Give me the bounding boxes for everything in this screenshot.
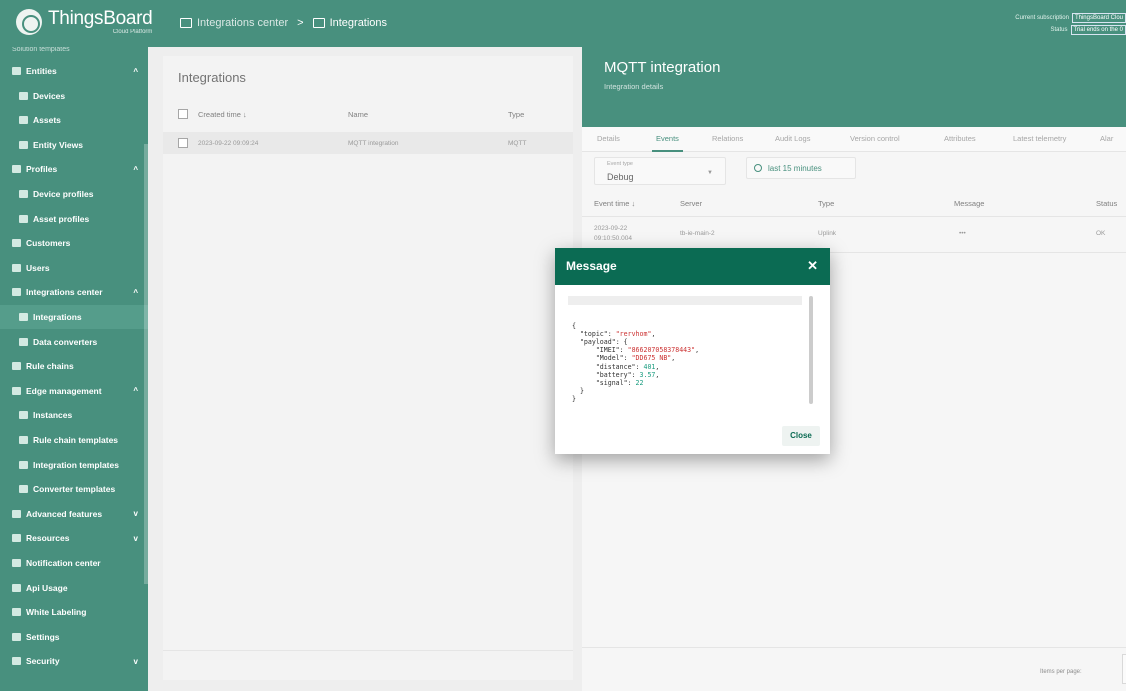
json-key: "distance" (595, 362, 636, 371)
json-brace: } (572, 395, 576, 404)
json-number: 3.57 (639, 370, 656, 379)
close-icon[interactable]: ✕ (807, 258, 818, 274)
message-json-viewer[interactable]: { "topic": "rervhom", "payload": { "IMEI… (568, 295, 813, 407)
code-scrollbar[interactable] (809, 296, 813, 404)
json-string: "rervhom" (615, 329, 652, 338)
current-line-highlight (568, 296, 802, 305)
json-number: 401 (643, 362, 656, 371)
json-number: 22 (635, 379, 644, 388)
close-button[interactable]: Close (782, 426, 820, 446)
json-key: "topic" (579, 329, 608, 338)
json-string: "DD675 NB" (631, 354, 672, 363)
dialog-title: Message (566, 259, 617, 273)
json-key: "IMEI" (595, 346, 620, 355)
json-brace: { (572, 321, 576, 330)
json-brace: } (579, 387, 584, 396)
json-key: "Model" (595, 354, 624, 363)
message-dialog: Message ✕ { "topic": "rervhom", "payload… (555, 248, 830, 454)
json-key: "signal" (595, 379, 628, 388)
json-string: "866207058378443" (627, 346, 696, 355)
dialog-header: Message ✕ (555, 248, 830, 285)
json-key: "battery" (595, 370, 632, 379)
json-key: "payload" (579, 338, 616, 347)
